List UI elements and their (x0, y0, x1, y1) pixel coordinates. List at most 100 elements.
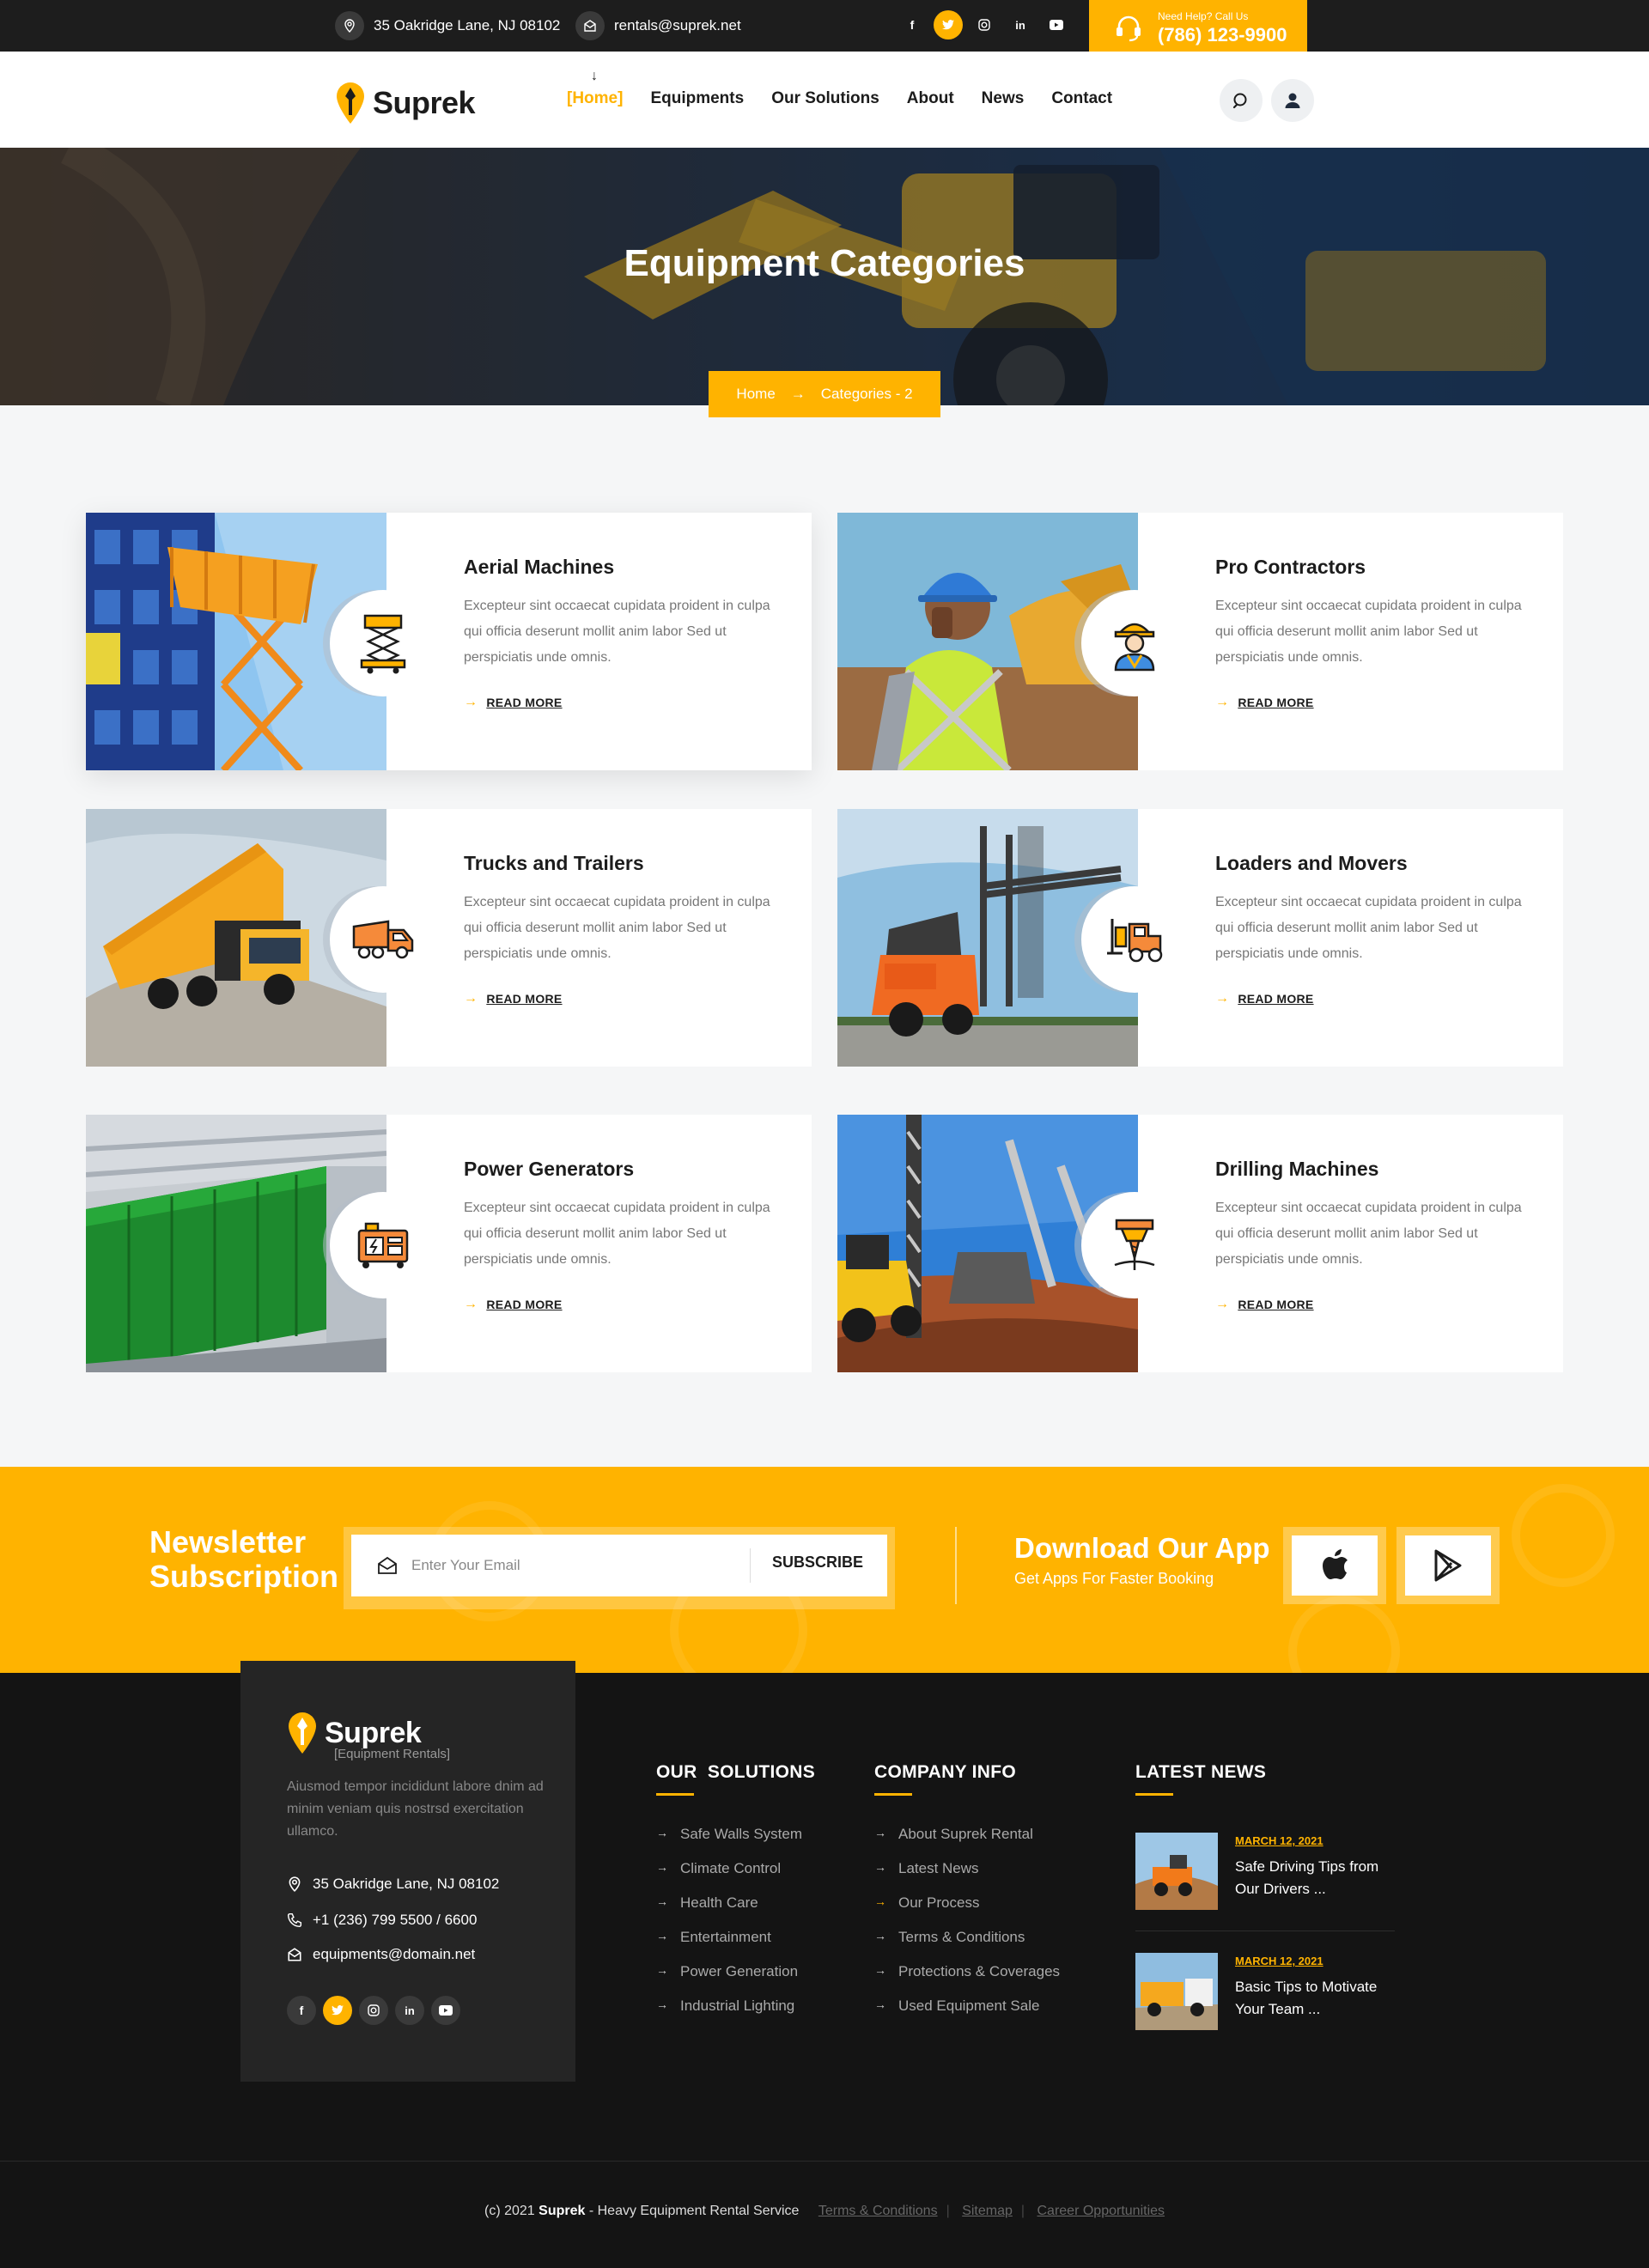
app-store-button[interactable] (1283, 1527, 1386, 1604)
main-nav: [Home] Equipments Our Solutions About Ne… (567, 89, 1140, 108)
footer-link[interactable]: → Industrial Lighting (656, 1997, 802, 2032)
youtube-icon[interactable] (431, 1996, 460, 2025)
footer-address-text: 35 Oakridge Lane, NJ 08102 (313, 1876, 500, 1892)
app-subtitle: Get Apps For Faster Booking (1014, 1570, 1214, 1587)
category-title[interactable]: Aerial Machines (464, 556, 614, 579)
footer-link[interactable]: → Protections & Coverages (874, 1963, 1060, 1997)
sitemap-link[interactable]: Sitemap (962, 2204, 1013, 2218)
help-call-box[interactable]: Need Help? Call Us (786) 123-9900 (1089, 0, 1307, 57)
linkedin-icon[interactable]: in (395, 1996, 424, 2025)
nav-our-solutions[interactable]: Our Solutions (771, 89, 879, 108)
footer-solutions-list: → Safe Walls System → Climate Control → Hea… (656, 1826, 802, 2032)
footer-email[interactable]: equipments@domain.net (287, 1946, 475, 1963)
arrow-right-icon: → (464, 695, 478, 709)
arrow-right-icon: → (874, 1997, 886, 2011)
footer-phone[interactable]: +1 (236) 799 5500 / 6600 (287, 1912, 477, 1929)
news-post[interactable]: MARCH 12, 2021 Safe Driving Tips from Ou… (1135, 1833, 1398, 1910)
nav-news[interactable]: News (982, 89, 1025, 108)
footer-link[interactable]: → Entertainment (656, 1929, 802, 1963)
read-more-link[interactable]: → READ MORE (1215, 1297, 1314, 1312)
breadcrumb-home[interactable]: Home (736, 386, 775, 403)
help-phone[interactable]: (786) 123-9900 (1158, 24, 1287, 46)
truck-icon (352, 920, 414, 959)
footer-link[interactable]: → Our Process (874, 1894, 1060, 1929)
email-input[interactable] (411, 1553, 738, 1578)
news-title[interactable]: Basic Tips to Motivate Your Team ... (1235, 1976, 1398, 2021)
arrow-right-icon: → (874, 1826, 886, 1839)
instagram-icon[interactable] (970, 10, 999, 40)
news-post[interactable]: MARCH 12, 2021 Basic Tips to Motivate Yo… (1135, 1953, 1398, 2030)
search-button[interactable] (1220, 79, 1263, 122)
footer-address: 35 Oakridge Lane, NJ 08102 (287, 1876, 499, 1893)
careers-link[interactable]: Career Opportunities (1037, 2204, 1165, 2218)
google-play-button[interactable] (1396, 1527, 1500, 1604)
read-more-link[interactable]: → READ MORE (1215, 695, 1314, 710)
news-title[interactable]: Safe Driving Tips from Our Drivers ... (1235, 1856, 1398, 1900)
category-title[interactable]: Loaders and Movers (1215, 852, 1408, 875)
news-thumbnail[interactable] (1135, 1833, 1218, 1910)
footer-link[interactable]: → Power Generation (656, 1963, 802, 1997)
nav-contact[interactable]: Contact (1051, 89, 1112, 108)
read-more-link[interactable]: → READ MORE (464, 991, 563, 1006)
linkedin-icon[interactable]: in (1006, 10, 1035, 40)
footer-link[interactable]: → Climate Control (656, 1860, 802, 1894)
account-button[interactable] (1271, 79, 1314, 122)
scissor-lift-icon (360, 614, 406, 674)
terms-link[interactable]: Terms & Conditions (818, 2204, 938, 2218)
news-thumbnail[interactable] (1135, 1953, 1218, 2030)
arrow-right-icon: → (874, 1963, 886, 1977)
topbar-email[interactable]: rentals@suprek.net (575, 11, 741, 40)
decorative-gear-icon (1512, 1484, 1615, 1587)
read-more-label: READ MORE (486, 992, 563, 1006)
twitter-icon[interactable] (934, 10, 963, 40)
category-title[interactable]: Drilling Machines (1215, 1158, 1378, 1181)
footer-news-title: LATEST NEWS (1135, 1762, 1267, 1782)
newsletter-title-line1: Newsletter (149, 1524, 307, 1560)
arrow-right-icon: → (1215, 1297, 1230, 1311)
category-title[interactable]: Pro Contractors (1215, 556, 1366, 579)
breadcrumb: Home → Categories - 2 (709, 371, 940, 417)
location-pin-icon (289, 1876, 301, 1892)
category-description: Excepteur sint occaecat cupidata proiden… (1215, 1201, 1522, 1267)
twitter-icon[interactable] (323, 1996, 352, 2025)
page-hero: Equipment Categories (0, 148, 1649, 405)
news-date[interactable]: MARCH 12, 2021 (1235, 1834, 1398, 1847)
instagram-icon[interactable] (359, 1996, 388, 2025)
arrow-right-icon: → (656, 1860, 668, 1874)
facebook-icon[interactable]: f (898, 10, 927, 40)
category-icon-ring (1081, 590, 1188, 696)
footer-link[interactable]: → Used Equipment Sale (874, 1997, 1060, 2032)
read-more-label: READ MORE (486, 696, 563, 709)
newsletter-title-line2: Subscription (149, 1559, 339, 1594)
generator-icon (357, 1222, 409, 1268)
phone-icon (287, 1912, 302, 1928)
nav-home[interactable]: [Home] (567, 89, 623, 108)
category-title[interactable]: Trucks and Trailers (464, 852, 644, 875)
facebook-icon[interactable]: f (287, 1996, 316, 2025)
read-more-link[interactable]: → READ MORE (464, 1297, 563, 1312)
footer-link[interactable]: → About Suprek Rental (874, 1826, 1060, 1860)
site-logo[interactable]: Suprek (335, 81, 476, 125)
read-more-link[interactable]: → READ MORE (1215, 991, 1314, 1006)
youtube-icon[interactable] (1042, 10, 1071, 40)
category-icon-ring (1081, 1192, 1188, 1298)
footer-link[interactable]: → Health Care (656, 1894, 802, 1929)
category-title[interactable]: Power Generators (464, 1158, 634, 1181)
footer-link[interactable]: → Terms & Conditions (874, 1929, 1060, 1963)
nav-equipments[interactable]: Equipments (650, 89, 744, 108)
footer-link[interactable]: → Latest News (874, 1860, 1060, 1894)
footer-link[interactable]: → Safe Walls System (656, 1826, 802, 1860)
news-date[interactable]: MARCH 12, 2021 (1235, 1955, 1398, 1967)
page-title: Equipment Categories (624, 242, 1025, 284)
nav-about[interactable]: About (907, 89, 954, 108)
category-card: Pro Contractors Excepteur sint occaecat … (837, 513, 1563, 770)
category-card: Drilling Machines Excepteur sint occaeca… (837, 1115, 1563, 1372)
footer-phone-text: +1 (236) 799 5500 / 6600 (313, 1912, 478, 1928)
arrow-right-icon: → (464, 1297, 478, 1311)
search-icon (1232, 93, 1247, 109)
subscribe-button[interactable]: SUBSCRIBE (772, 1554, 863, 1572)
read-more-link[interactable]: → READ MORE (464, 695, 563, 710)
arrow-right-icon: → (656, 1963, 668, 1977)
title-underline (874, 1793, 912, 1796)
category-card: Loaders and Movers Excepteur sint occaec… (837, 809, 1563, 1067)
